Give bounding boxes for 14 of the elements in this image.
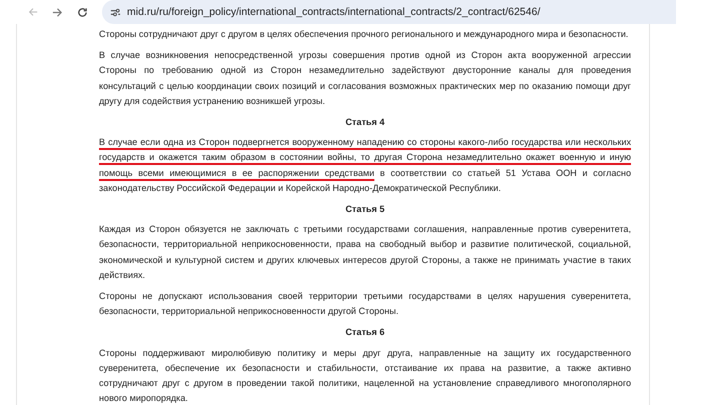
- paragraph: Стороны поддерживают миролюбивую политику и меры друг друга, направленные на защиту их государственного суверенитета, обеспечение их безопасности и стабильности, отстаивание их права на развитие, а также активно сотрудничают друг с другом в проведении такой политики, нацеленной на установление справедливого многополярного нового миропорядка.: [99, 346, 631, 405]
- article-heading: Статья 6: [344, 326, 386, 340]
- reload-icon[interactable]: [77, 6, 88, 18]
- paragraph: Каждая из Сторон обязуется не заключать с третьими государствами соглашения, направленные против суверенитета, безопасности, территориальной неприкосновенности, права на свободный выбор и развитие политической, социальной, экономической и культурной систем и других ключевых интересов другой Стороны, а также не принимать участие в таких действиях.: [99, 223, 631, 282]
- address-bar[interactable]: mid.ru/ru/foreign_policy/international_contracts/international_contracts/2_contract/62546/: [102, 0, 676, 24]
- article-heading: Статья 5: [344, 203, 386, 216]
- forward-arrow-icon[interactable]: [52, 6, 63, 18]
- paragraph: Стороны сотрудничают друг с другом в целях обеспечения прочного регионального и международного мира и безопасности.: [99, 28, 630, 41]
- paragraph: Стороны не допускают использования своей территории третьими государствами в целях нарушения суверенитета, безопасности, территориальной неприкосновенности другой Стороны.: [99, 290, 631, 318]
- article-heading: Статья 4: [344, 116, 386, 130]
- paragraph: В случае если одна из Сторон подвергнется вооруженному нападению со стороны какого-либо государства или нескольких государств и окажется таким образом в состоянии войны, то другая Сторона незамедлительно окажет военную и иную помощь всеми имеющимися в ее распоряжении средствами в соответствии со статьей 51 Устава ООН и согласно законодательству Российской Федерации и Корейской Народно-Демократической Республики.: [99, 136, 631, 195]
- paragraph: В случае возникновения непосредственной угрозы совершения против одной из Сторон акта вооруженной агрессии Стороны по требованию одной из Сторон незамедлительно задействуют двусторонние каналы для проведения консультаций с целью координации своих позиций и согласования возможных практических мер по оказанию помощи друг другу для содействия устранению возникшей угрозы.: [99, 49, 631, 108]
- url-text: mid.ru/ru/foreign_policy/international_contracts/international_contracts/2_contract/62546/: [127, 6, 540, 18]
- site-settings-icon[interactable]: [110, 6, 121, 18]
